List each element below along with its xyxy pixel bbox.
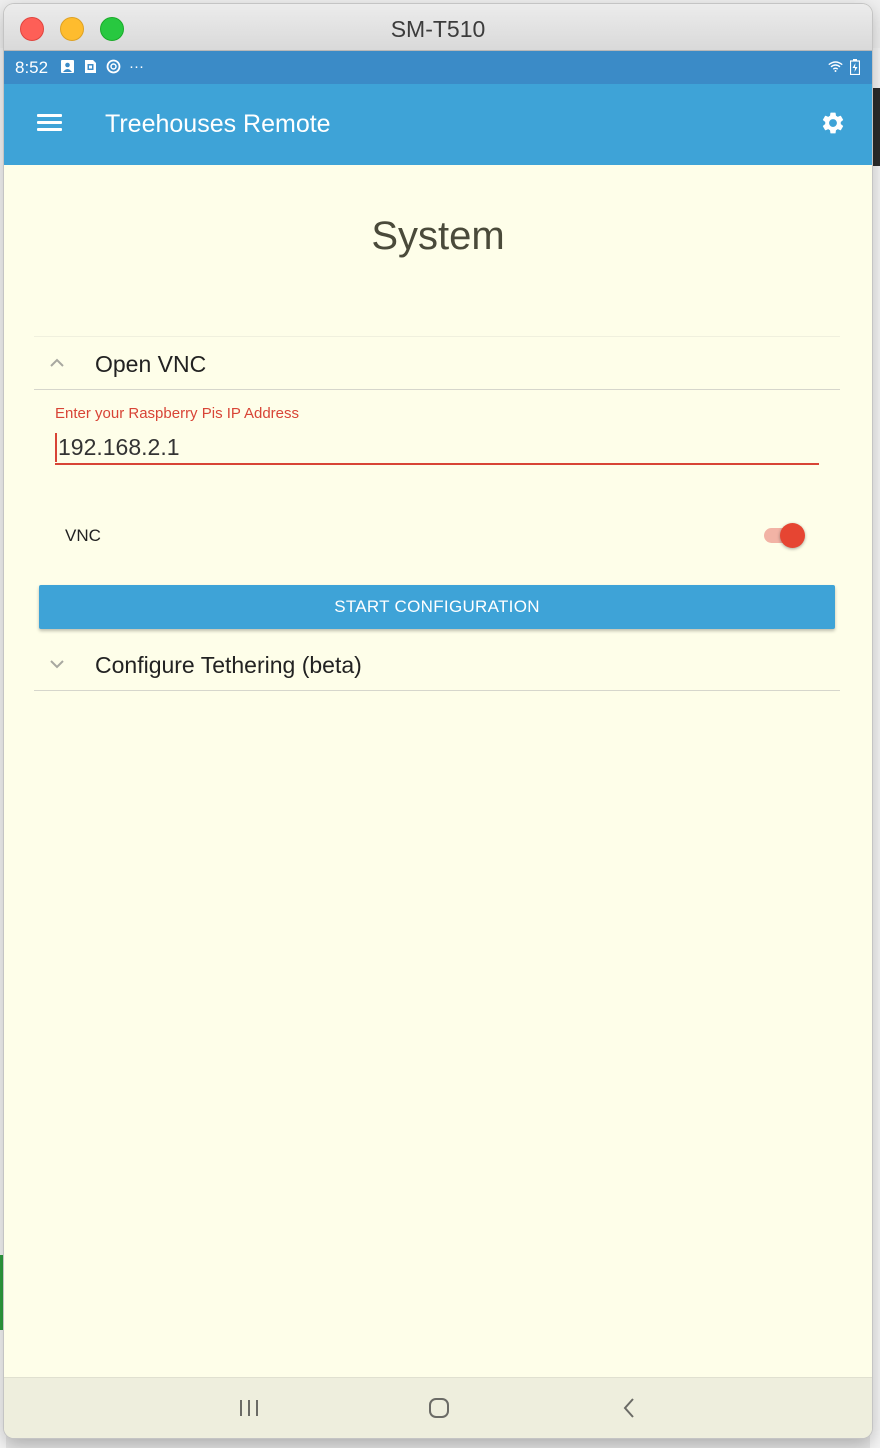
hamburger-menu-icon[interactable] (37, 112, 63, 134)
ip-address-label: Enter your Raspberry Pis IP Address (55, 405, 299, 422)
back-icon[interactable] (609, 1392, 649, 1424)
divider (34, 389, 840, 390)
accordion-open-vnc[interactable]: Open VNC (34, 338, 840, 390)
recent-apps-icon[interactable] (229, 1392, 269, 1424)
vnc-toggle-switch[interactable] (762, 520, 808, 550)
notification-icon (60, 59, 75, 74)
chevron-down-icon (48, 657, 66, 671)
more-dots-icon: ··· (129, 58, 144, 75)
accordion-configure-tethering[interactable]: Configure Tethering (beta) (34, 639, 840, 691)
app-toolbar: Treehouses Remote (4, 84, 872, 165)
divider (34, 336, 840, 337)
android-navigation-bar (4, 1377, 872, 1438)
battery-icon (847, 58, 862, 75)
sync-icon (106, 59, 121, 74)
home-icon[interactable] (419, 1392, 459, 1424)
wifi-icon (828, 59, 843, 74)
chevron-up-icon (48, 356, 66, 370)
page-title: System (371, 214, 505, 258)
emulator-window: SM-T510 8:52 ··· Treehouses Remote Syste… (4, 4, 872, 1438)
sim-icon (83, 59, 98, 74)
gear-icon[interactable] (820, 110, 846, 136)
accordion-label: Configure Tethering (beta) (95, 652, 362, 678)
vnc-switch-label: VNC (65, 526, 101, 545)
android-status-bar: 8:52 ··· (4, 51, 872, 84)
divider (34, 690, 840, 691)
switch-thumb (780, 523, 805, 548)
text-cursor (55, 433, 57, 462)
status-time: 8:52 (15, 58, 49, 77)
main-content: System Open VNC Enter your Raspberry Pis… (4, 165, 872, 1377)
start-configuration-button[interactable]: START CONFIGURATION (39, 585, 835, 629)
app-title: Treehouses Remote (105, 110, 331, 138)
ip-address-input[interactable] (55, 431, 819, 465)
window-title: SM-T510 (390, 16, 486, 42)
accordion-label: Open VNC (95, 351, 207, 377)
window-titlebar[interactable]: SM-T510 (4, 4, 872, 51)
